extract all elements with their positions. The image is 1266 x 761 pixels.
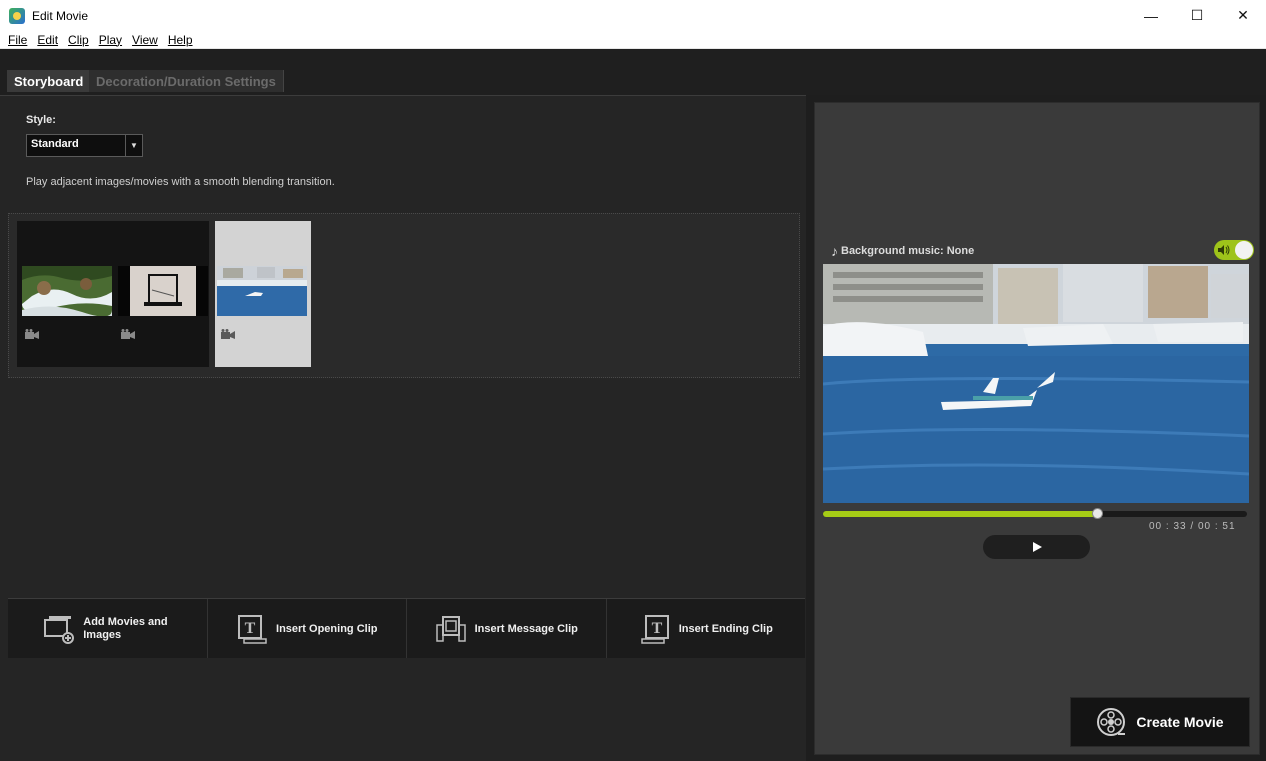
film-reel-icon	[1097, 708, 1126, 736]
menu-play[interactable]: Play	[99, 33, 122, 47]
maximize-button[interactable]: ☐	[1174, 0, 1220, 31]
add-movies-images-label: Add Movies and Images	[83, 615, 168, 641]
menu-clip[interactable]: Clip	[68, 33, 89, 47]
menu-view[interactable]: View	[132, 33, 158, 47]
volume-toggle-knob	[1235, 241, 1253, 259]
insert-ending-clip-button[interactable]: T Insert Ending Clip	[607, 599, 806, 658]
create-movie-button[interactable]: Create Movie	[1070, 697, 1250, 747]
time-separator: /	[1190, 521, 1195, 532]
message-clip-icon	[435, 615, 466, 642]
menu-bar: File Edit Clip Play View Help	[0, 31, 1266, 49]
preview-panel: ♪ Background music: None 00: 33 / 00: …	[814, 102, 1260, 755]
insert-ending-clip-label: Insert Ending Clip	[678, 622, 773, 635]
opening-title-icon: T	[238, 614, 267, 644]
menu-edit[interactable]: Edit	[37, 33, 58, 47]
close-button[interactable]: ✕	[1220, 0, 1266, 31]
timeline-scrubber[interactable]	[1092, 508, 1104, 519]
svg-text:T: T	[245, 620, 256, 637]
clip-thumbnail[interactable]	[118, 266, 208, 316]
tab-storyboard[interactable]: Storyboard	[7, 70, 91, 92]
window-title: Edit Movie	[32, 8, 89, 23]
storyboard-clip-selected[interactable]	[215, 221, 311, 367]
menu-file[interactable]: File	[8, 33, 27, 47]
svg-text:T: T	[651, 620, 662, 637]
storyboard-panel: Style: Standard ▼ Play adjacent images/m…	[0, 95, 806, 761]
movie-camera-icon	[25, 329, 39, 339]
background-music-label: Background music: None	[841, 245, 975, 257]
storyboard-toolbar: Add Movies and Images T Insert Opening C…	[8, 598, 805, 658]
speaker-icon	[1218, 245, 1230, 255]
volume-toggle[interactable]	[1214, 240, 1254, 260]
clip-thumbnail[interactable]	[22, 266, 112, 317]
movie-camera-icon	[221, 329, 235, 339]
title-bar: Edit Movie — ☐ ✕	[0, 0, 1266, 31]
style-description: Play adjacent images/movies with a smoot…	[26, 176, 335, 188]
storyboard-strip[interactable]	[8, 213, 800, 378]
insert-message-clip-button[interactable]: Insert Message Clip	[407, 599, 607, 658]
chevron-down-icon[interactable]: ▼	[125, 135, 142, 156]
minimize-button[interactable]: —	[1128, 0, 1174, 31]
style-dropdown-value: Standard	[31, 138, 79, 150]
add-movies-images-button[interactable]: Add Movies and Images	[8, 599, 208, 658]
menu-help[interactable]: Help	[168, 33, 193, 47]
music-note-icon: ♪	[831, 243, 838, 259]
play-icon	[1032, 542, 1042, 552]
insert-opening-clip-button[interactable]: T Insert Opening Clip	[208, 599, 407, 658]
create-movie-label: Create Movie	[1136, 714, 1224, 730]
style-dropdown[interactable]: Standard ▼	[26, 134, 143, 157]
tab-bar: Storyboard Decoration/Duration Settings	[0, 49, 1266, 95]
insert-message-clip-label: Insert Message Clip	[474, 622, 578, 635]
ending-title-icon: T	[640, 614, 669, 644]
storyboard-clip[interactable]	[113, 221, 209, 367]
add-media-icon	[44, 615, 75, 644]
storyboard-clip[interactable]	[17, 221, 113, 367]
insert-opening-clip-label: Insert Opening Clip	[276, 622, 378, 635]
timeline-progress	[823, 511, 1098, 517]
time-readout: 00 : 33 / 00 : 51	[1149, 521, 1236, 532]
tab-decoration-duration[interactable]: Decoration/Duration Settings	[89, 70, 284, 92]
style-label: Style:	[26, 114, 56, 126]
play-button[interactable]	[983, 535, 1090, 559]
current-time: 00 : 33	[1149, 521, 1187, 532]
playback-timeline[interactable]	[823, 508, 1247, 519]
movie-camera-icon	[121, 329, 135, 339]
clip-thumbnail[interactable]	[217, 266, 307, 316]
total-time: 00 : 51	[1197, 521, 1236, 532]
app-icon	[9, 7, 25, 24]
background-music-row[interactable]: ♪ Background music: None	[831, 243, 974, 259]
video-preview[interactable]	[823, 264, 1249, 503]
